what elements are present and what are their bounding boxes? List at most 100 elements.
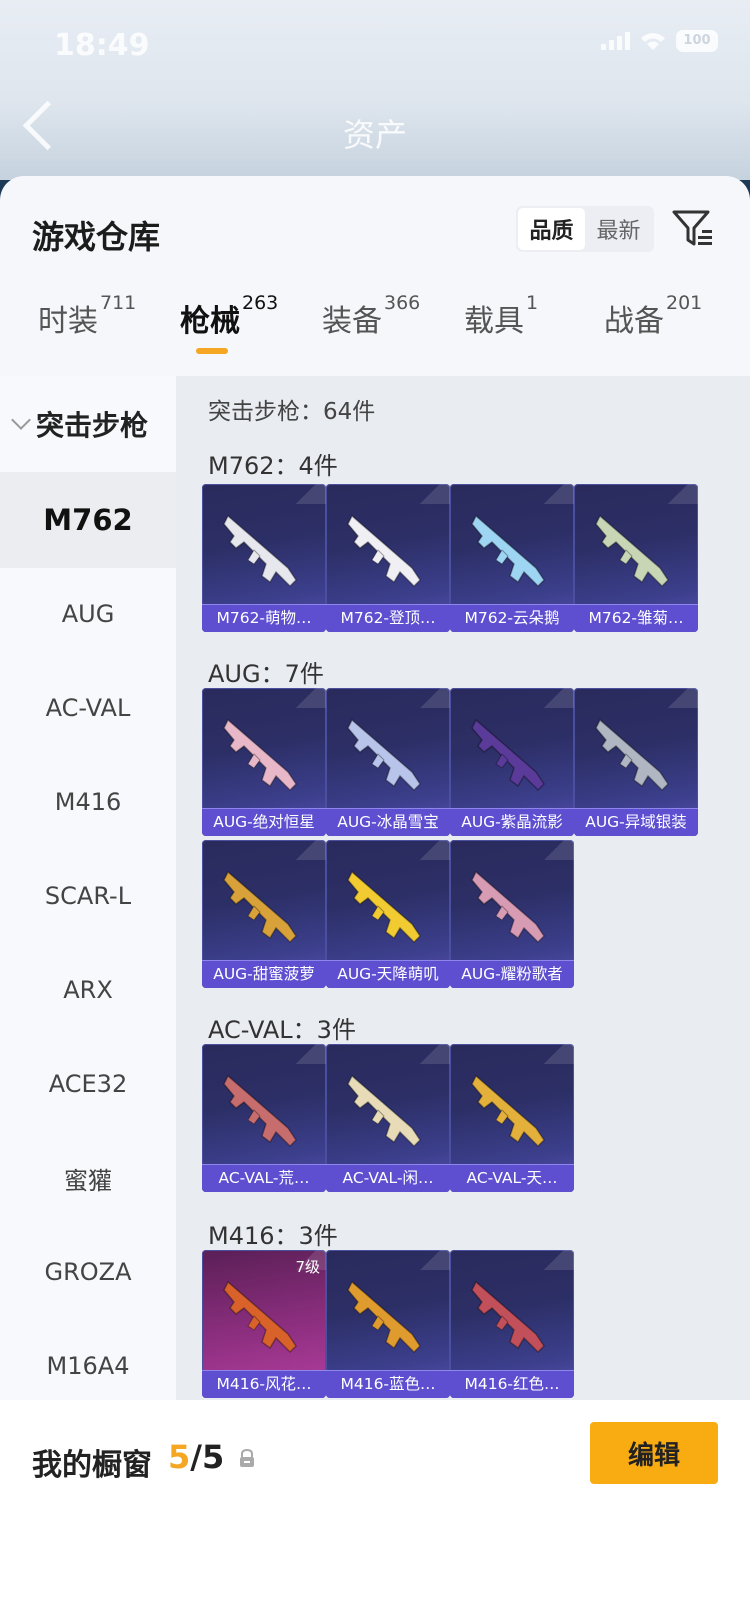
rifle-icon	[471, 718, 545, 792]
sort-toggle: 品质 最新	[516, 206, 654, 252]
skin-name: AUG-异域银装	[574, 808, 698, 836]
page-title: 资产	[342, 116, 407, 154]
rifle-icon	[471, 514, 545, 588]
card-corner-decoration	[410, 1250, 450, 1270]
tab-label: 载具	[464, 304, 524, 339]
weapon-skin-card[interactable]: 7级 M416-风花…	[202, 1250, 326, 1398]
rifle-icon	[347, 514, 421, 588]
weapon-skin-card[interactable]: M416-蓝色…	[326, 1250, 450, 1398]
weapon-skin-card[interactable]: AUG-耀粉歌者	[450, 840, 574, 988]
card-corner-decoration	[410, 840, 450, 860]
weapon-skin-card[interactable]: AUG-异域银装	[574, 688, 698, 836]
rifle-icon	[471, 1280, 545, 1354]
skin-name: AUG-耀粉歌者	[450, 960, 574, 988]
showcase-bar: 我的橱窗 5/5 编辑	[0, 1400, 750, 1624]
sidebar-item-arx[interactable]: ARX	[0, 942, 176, 1038]
sidebar-item-ac-val[interactable]: AC-VAL	[0, 660, 176, 756]
card-corner-decoration	[286, 840, 326, 860]
app-header: 18:49 100 资产	[0, 0, 750, 180]
tab-count: 366	[384, 292, 421, 314]
skin-name: AC-VAL-闲…	[326, 1164, 450, 1192]
showcase-count: 5/5	[168, 1438, 224, 1476]
card-corner-decoration	[286, 688, 326, 708]
skin-name: AC-VAL-荒…	[202, 1164, 326, 1192]
skin-name: M416-红色…	[450, 1370, 574, 1398]
rifle-icon	[471, 1074, 545, 1148]
weapon-skin-card[interactable]: M762-萌物…	[202, 484, 326, 632]
skin-name: AUG-冰晶雪宝	[326, 808, 450, 836]
lock-icon	[240, 1448, 254, 1467]
card-corner-decoration	[286, 1044, 326, 1064]
skin-name: AUG-绝对恒星	[202, 808, 326, 836]
warehouse-sheet: 游戏仓库 品质 最新 时装711 枪械263 装备366 载具1 战备201 突…	[0, 176, 750, 1624]
sidebar-item-scar-l[interactable]: SCAR-L	[0, 848, 176, 944]
signal-icon	[601, 32, 630, 50]
weapon-skin-card[interactable]: M762-登顶…	[326, 484, 450, 632]
rifle-icon	[223, 718, 297, 792]
skin-name: AUG-甜蜜菠萝	[202, 960, 326, 988]
rifle-icon	[595, 514, 669, 588]
tab-supplies[interactable]: 战备201	[604, 292, 702, 340]
card-corner-decoration	[410, 1044, 450, 1064]
weapon-skin-card[interactable]: M762-云朵鹅	[450, 484, 574, 632]
tab-count: 263	[242, 292, 279, 314]
sidebar-item-m762[interactable]: M762	[0, 472, 176, 568]
tab-weapons[interactable]: 枪械263	[180, 292, 278, 340]
tab-label: 战备	[604, 304, 664, 339]
weapon-skin-card[interactable]: AC-VAL-天…	[450, 1044, 574, 1192]
rifle-icon	[223, 1280, 297, 1354]
weapon-skin-card[interactable]: AC-VAL-闲…	[326, 1044, 450, 1192]
sidebar-group-assault-rifles[interactable]: 突击步枪	[11, 404, 149, 444]
rifle-icon	[223, 1074, 297, 1148]
weapon-skin-card[interactable]: AUG-天降萌叽	[326, 840, 450, 988]
card-corner-decoration	[410, 484, 450, 504]
showcase-label: 我的橱窗	[32, 1448, 152, 1483]
weapon-skin-card[interactable]: AC-VAL-荒…	[202, 1044, 326, 1192]
weapon-skin-card[interactable]: AUG-甜蜜菠萝	[202, 840, 326, 988]
sidebar-item-m416[interactable]: M416	[0, 754, 176, 850]
skin-name: M762-云朵鹅	[450, 604, 574, 632]
weapon-skin-card[interactable]: M762-雏菊…	[574, 484, 698, 632]
skin-name: M416-风花…	[202, 1370, 326, 1398]
rifle-icon	[347, 718, 421, 792]
filter-icon[interactable]	[670, 206, 716, 252]
sidebar-item-honey-badger[interactable]: 蜜獾	[0, 1130, 176, 1226]
sort-quality-button[interactable]: 品质	[518, 208, 585, 250]
tab-label: 时装	[38, 304, 98, 339]
sidebar-item-aug[interactable]: AUG	[0, 566, 176, 662]
battery-icon: 100	[676, 30, 718, 52]
rifle-icon	[223, 514, 297, 588]
tab-fashion[interactable]: 时装711	[38, 292, 136, 340]
active-tab-indicator	[196, 348, 228, 354]
tab-label: 枪械	[180, 304, 240, 339]
tab-count: 201	[666, 292, 703, 314]
weapon-skin-card[interactable]: M416-红色…	[450, 1250, 574, 1398]
card-corner-decoration	[534, 484, 574, 504]
card-corner-decoration	[286, 484, 326, 504]
rifle-icon	[347, 870, 421, 944]
weapon-list: 突击步枪：64件 M762：4件 AUG：7件 AC-VAL：3件 M416：3…	[176, 376, 750, 1428]
skin-name: AUG-天降萌叽	[326, 960, 450, 988]
skin-name: M762-萌物…	[202, 604, 326, 632]
status-time: 18:49	[54, 28, 150, 63]
sidebar-group-label: 突击步枪	[36, 409, 149, 442]
wifi-icon	[641, 33, 665, 50]
weapon-skin-card[interactable]: AUG-冰晶雪宝	[326, 688, 450, 836]
sort-newest-button[interactable]: 最新	[585, 208, 652, 250]
edit-button[interactable]: 编辑	[590, 1422, 718, 1484]
level-badge: 7级	[295, 1258, 320, 1276]
skin-name: M762-登顶…	[326, 604, 450, 632]
card-corner-decoration	[658, 484, 698, 504]
sidebar-item-groza[interactable]: GROZA	[0, 1224, 176, 1320]
tab-vehicles[interactable]: 载具1	[464, 292, 538, 340]
group-title-aug: AUG：7件	[208, 660, 324, 688]
skin-name: M416-蓝色…	[326, 1370, 450, 1398]
weapon-skin-card[interactable]: AUG-紫晶流影	[450, 688, 574, 836]
showcase-total: /5	[190, 1438, 225, 1476]
sidebar-item-ace32[interactable]: ACE32	[0, 1036, 176, 1132]
rifle-icon	[347, 1280, 421, 1354]
status-icons: 100	[601, 30, 718, 52]
weapon-skin-card[interactable]: AUG-绝对恒星	[202, 688, 326, 836]
category-tabs: 时装711 枪械263 装备366 载具1 战备201	[0, 292, 750, 356]
tab-equipment[interactable]: 装备366	[322, 292, 420, 340]
